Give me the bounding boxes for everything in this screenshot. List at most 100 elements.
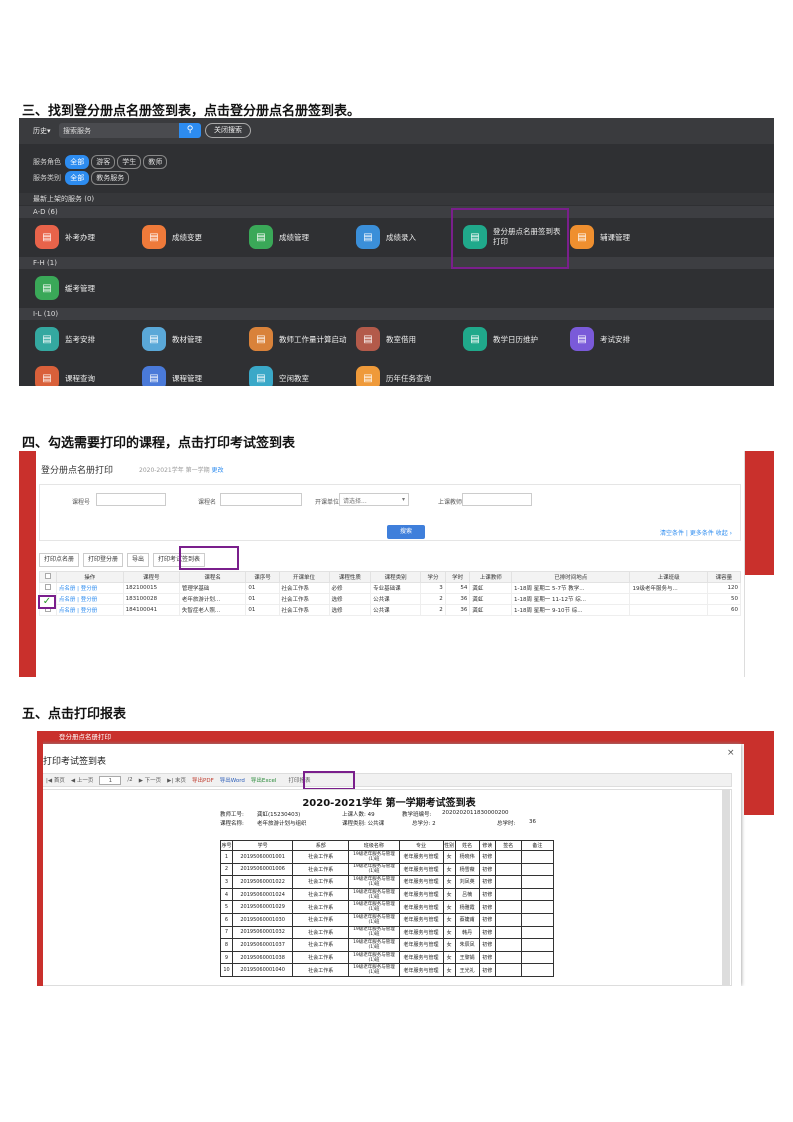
- row-checkbox[interactable]: [44, 584, 51, 590]
- search-icon[interactable]: ⚲: [179, 123, 201, 138]
- export-button[interactable]: 导出: [127, 553, 150, 567]
- type-pill-1[interactable]: 教务服务: [91, 171, 130, 185]
- column-header: 班级名称: [348, 840, 400, 851]
- table-cell: 蔡婕甫: [454, 912, 480, 927]
- empty-cell: [56, 638, 123, 649]
- service-item[interactable]: ▤ 缓考管理: [35, 276, 95, 300]
- column-header[interactable]: 操作: [55, 571, 124, 583]
- column-header[interactable]: 上课班级: [629, 571, 708, 583]
- service-item[interactable]: ▤ 成绩录入: [356, 225, 416, 249]
- service-item[interactable]: ▤ 空闲教室: [249, 366, 309, 386]
- column-header[interactable]: 学时: [444, 571, 471, 583]
- scrollbar[interactable]: [722, 790, 730, 986]
- column-header[interactable]: 学分: [420, 571, 446, 583]
- page-number-input[interactable]: 1: [99, 775, 122, 785]
- role-pill-3[interactable]: 教师: [143, 155, 168, 169]
- print-grade-button[interactable]: 打印登分册: [83, 553, 124, 567]
- print-roll-button[interactable]: 打印点名册: [39, 553, 80, 567]
- service-item[interactable]: ▤ 成绩变更: [142, 225, 202, 249]
- service-item[interactable]: ▤ 教学日历维护: [463, 327, 538, 351]
- course-name-input[interactable]: [220, 493, 302, 506]
- service-item[interactable]: ▤ 成绩管理: [249, 225, 309, 249]
- change-term-link[interactable]: 更改: [212, 467, 224, 474]
- service-item[interactable]: ▤ 历年任务查询: [356, 366, 431, 386]
- service-item[interactable]: ▤ 课程查询: [35, 366, 95, 386]
- empty-cell: [329, 627, 371, 638]
- table-cell[interactable]: [39, 582, 57, 594]
- service-item[interactable]: ▤ 辅课管理: [570, 225, 630, 249]
- table-cell: [520, 850, 555, 864]
- table-cell: [520, 963, 555, 977]
- column-header[interactable]: 开课单位: [278, 571, 330, 583]
- filter-links[interactable]: 清空条件 | 更多条件 收起 ›: [660, 528, 732, 537]
- close-icon[interactable]: ×: [727, 748, 735, 758]
- table-cell: 初修: [478, 912, 496, 927]
- toolbar-item[interactable]: ▶ 下一页: [139, 776, 161, 784]
- table-cell: 19级老年服务与管理(1)班: [348, 912, 400, 927]
- teacher-label: 上课教师: [438, 499, 463, 506]
- table-row: 8 20195060001037 社会工作系 19级老年服务与管理(1)班 老年服务与管…: [219, 938, 555, 952]
- column-header[interactable]: 上课教师: [469, 571, 512, 583]
- column-header[interactable]: 课程号: [122, 571, 180, 583]
- empty-cell: [707, 638, 740, 649]
- service-label: 成绩变更: [172, 232, 202, 242]
- table-cell[interactable]: 点名册 | 登分册: [55, 604, 124, 616]
- select-all-checkbox[interactable]: [44, 573, 51, 579]
- toolbar-item[interactable]: 导出Excel: [251, 776, 277, 784]
- service-item[interactable]: ▤ 教室借用: [356, 327, 416, 351]
- empty-cell: [279, 649, 329, 660]
- column-header[interactable]: 课容量: [706, 571, 742, 583]
- service-item[interactable]: ▤ 课程管理: [142, 366, 202, 386]
- column-header[interactable]: 已排时间地点: [510, 571, 631, 583]
- type-filter: 服务类别 全部 教务服务: [33, 171, 130, 185]
- table-cell: 20195060001030: [232, 912, 294, 927]
- table-cell: 初修: [478, 887, 496, 902]
- role-pill-2[interactable]: 学生: [117, 155, 142, 169]
- column-header[interactable]: 课序号: [245, 571, 280, 583]
- toolbar-item[interactable]: ◀ 上一页: [71, 776, 93, 784]
- table-cell[interactable]: 点名册 | 登分册: [55, 593, 124, 605]
- role-pill-1[interactable]: 游客: [91, 155, 116, 169]
- course-no-input[interactable]: [96, 493, 166, 506]
- checkbox-checked-icon[interactable]: ✓: [38, 595, 56, 609]
- toolbar-item[interactable]: ▶| 末页: [167, 776, 186, 784]
- search-button[interactable]: 搜索: [387, 525, 425, 539]
- course-name-label: 课程名: [198, 499, 217, 506]
- column-header[interactable]: 课程类别: [370, 571, 422, 583]
- toolbar-item[interactable]: 导出PDF: [192, 776, 214, 784]
- course-name-label: 课程名称:: [220, 821, 244, 827]
- toolbar-item[interactable]: /2: [127, 777, 132, 783]
- service-item[interactable]: ▤ 监考安排: [35, 327, 95, 351]
- empty-cell: [123, 638, 179, 649]
- column-header[interactable]: [39, 571, 57, 583]
- table-cell[interactable]: 点名册 | 登分册: [55, 582, 124, 594]
- service-item[interactable]: ▤ 教材管理: [142, 327, 202, 351]
- service-item[interactable]: ▤ 补考办理: [35, 225, 95, 249]
- empty-cell: [470, 627, 512, 638]
- table-cell: 女: [442, 912, 456, 927]
- column-header: 学号: [232, 840, 294, 851]
- table-cell: 50: [706, 593, 742, 605]
- search-input[interactable]: 搜索服务: [59, 123, 195, 138]
- service-item[interactable]: ▤ 考试安排: [570, 327, 630, 351]
- table-cell: 专业基础课: [370, 582, 422, 594]
- toolbar-item[interactable]: |◀ 首页: [46, 776, 65, 784]
- task-no-label: 教学班编号:: [402, 812, 432, 818]
- toolbar-item[interactable]: 导出Word: [220, 776, 245, 784]
- service-item[interactable]: ▤ 教师工作量计算启动: [249, 327, 347, 351]
- empty-cell: [179, 649, 246, 660]
- table-cell: 1-18周 星期一 11-12节 综...: [510, 593, 631, 605]
- column-header[interactable]: 课程名: [178, 571, 247, 583]
- close-search-button[interactable]: 关闭搜索: [205, 123, 251, 138]
- table-cell: [494, 862, 522, 877]
- course-table: 操作 课程号 课程名 课序号 开课单位 课程性质 课程类别 学分 学时 上课教师 已排时间地点 上课班…: [39, 571, 742, 671]
- type-pill-0[interactable]: 全部: [65, 171, 90, 185]
- role-pill-0[interactable]: 全部: [65, 155, 90, 169]
- table-cell: 01: [245, 604, 280, 616]
- column-header[interactable]: 课程性质: [328, 571, 372, 583]
- table-cell: [494, 950, 522, 965]
- dept-select[interactable]: 请选择... ▾: [339, 493, 409, 506]
- table-cell: [520, 900, 555, 914]
- teacher-input[interactable]: [462, 493, 532, 506]
- history-dropdown[interactable]: 历史▾: [33, 126, 51, 136]
